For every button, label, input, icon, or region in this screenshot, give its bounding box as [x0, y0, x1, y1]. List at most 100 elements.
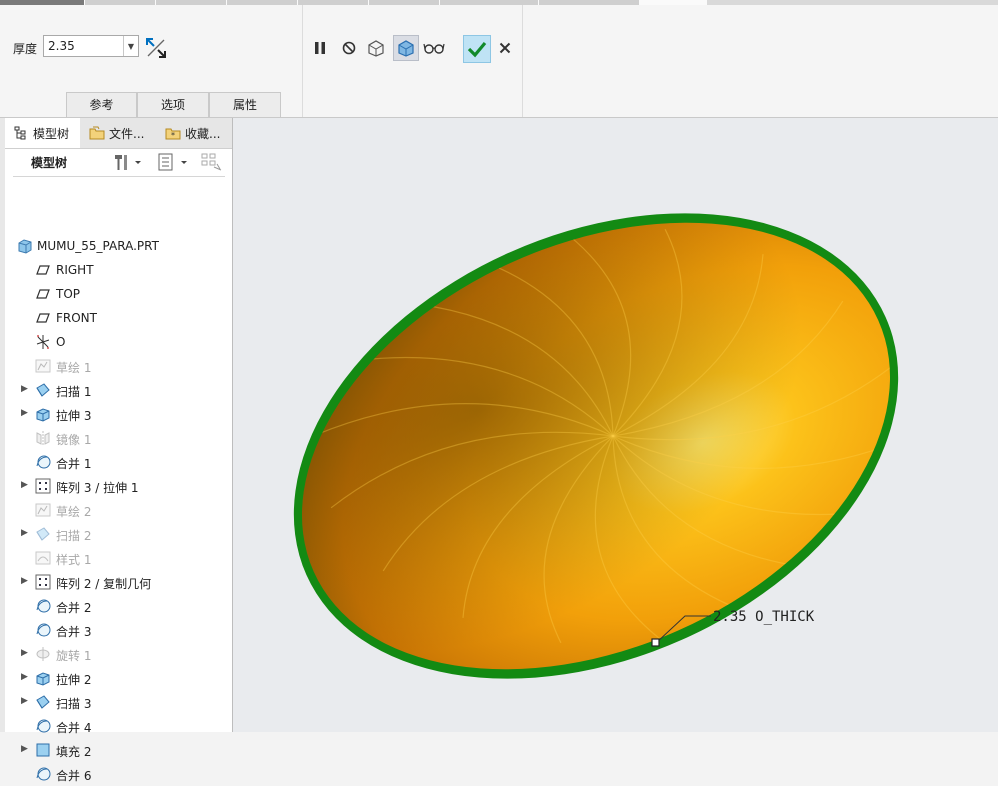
thickness-value[interactable]: 2.35 [48, 39, 75, 53]
tab-files-label: 文件... [109, 126, 145, 141]
shell-model[interactable]: 2.35 O_THICK [233, 118, 998, 732]
expand-arrow-icon[interactable]: ▶ [21, 576, 28, 586]
tree-item[interactable]: TOP [5, 282, 232, 306]
tree-toolbar: 模型树 [5, 148, 232, 176]
filter-tree-icon[interactable] [201, 152, 223, 172]
tree-item-label: RIGHT [56, 263, 94, 277]
tree-item[interactable]: ▶ 拉伸 3 [5, 402, 232, 426]
tab-favorites[interactable]: * 收藏... [157, 118, 232, 148]
tree-item[interactable]: ▶ 旋转 1 [5, 642, 232, 666]
revolve-icon [35, 646, 51, 662]
merge-icon [35, 766, 51, 782]
thickness-label: 厚度 [13, 42, 38, 56]
drag-handle[interactable] [651, 638, 660, 647]
glasses-icon[interactable] [423, 37, 445, 59]
tree-item[interactable]: 合并 6 [5, 762, 232, 786]
tree-item-label: 扫描 1 [56, 385, 92, 399]
tab-model-tree[interactable]: 模型树 [5, 118, 80, 148]
tree-item-label: 拉伸 3 [56, 409, 92, 423]
tab-files[interactable]: 文件... [81, 118, 156, 148]
pattern-icon [35, 574, 51, 590]
pause-icon[interactable] [309, 37, 331, 59]
merge-icon [35, 598, 51, 614]
no-preview-icon[interactable] [338, 37, 360, 59]
expand-arrow-icon[interactable]: ▶ [21, 744, 28, 754]
tree-root-label: MUMU_55_PARA.PRT [37, 239, 159, 253]
divider [13, 176, 225, 177]
verify-mode-icon[interactable] [393, 35, 419, 61]
preview-icon[interactable] [365, 37, 387, 59]
flip-direction-icon[interactable] [145, 37, 167, 59]
style-icon [35, 550, 51, 566]
tree-item-label: 合并 3 [56, 625, 92, 639]
tree-item[interactable]: ▶ 填充 2 [5, 738, 232, 762]
merge-icon [35, 454, 51, 470]
tree-item-label: 草绘 1 [56, 361, 92, 375]
tree-item-label: 阵列 3 / 拉伸 1 [56, 481, 139, 495]
expand-arrow-icon[interactable]: ▶ [21, 480, 28, 490]
tree-item[interactable]: ▶ 扫描 2 [5, 522, 232, 546]
tree-item[interactable]: 草绘 2 [5, 498, 232, 522]
settings-list-icon[interactable] [157, 152, 191, 172]
sweep-icon [35, 526, 51, 542]
tree-item[interactable]: 合并 2 [5, 594, 232, 618]
ok-checkmark-button[interactable] [463, 35, 491, 63]
expand-arrow-icon[interactable]: ▶ [21, 672, 28, 682]
fill-icon [35, 742, 51, 758]
part-icon [17, 238, 33, 254]
pattern-icon [35, 478, 51, 494]
tree-item[interactable]: O [5, 330, 232, 354]
expand-arrow-icon[interactable]: ▶ [21, 384, 28, 394]
expand-arrow-icon[interactable]: ▶ [21, 528, 28, 538]
tools-icon[interactable] [113, 152, 143, 172]
tree-item-label: O [56, 335, 66, 349]
tab-favorites-label: 收藏... [185, 126, 221, 141]
favorites-folder-icon: * [165, 125, 181, 141]
expand-arrow-icon[interactable]: ▶ [21, 648, 28, 658]
divider [522, 5, 523, 117]
extrude-icon [35, 670, 51, 686]
tree-item[interactable]: ▶ 扫描 3 [5, 690, 232, 714]
graphics-viewport[interactable]: 2.35 O_THICK [233, 118, 998, 732]
model-tree-panel: 模型树 文件... * 收藏... 模型树 MUMU_55_PARA.PRT R… [5, 118, 233, 783]
tree-item-label: 合并 2 [56, 601, 92, 615]
tree-item[interactable]: ▶ 拉伸 2 [5, 666, 232, 690]
close-icon[interactable] [494, 37, 516, 59]
thickness-input[interactable]: 2.35 ▼ [43, 35, 139, 57]
tree-item[interactable]: 合并 4 [5, 714, 232, 738]
tree-item-label: 扫描 3 [56, 697, 92, 711]
tree-item[interactable]: ▶ 阵列 3 / 拉伸 1 [5, 474, 232, 498]
tab-properties[interactable]: 属性 [209, 92, 281, 117]
sketch-icon [35, 358, 51, 374]
navigator-tabs: 模型树 文件... * 收藏... [5, 118, 232, 149]
tree-root[interactable]: MUMU_55_PARA.PRT [5, 234, 232, 258]
tree-item[interactable]: 镜像 1 [5, 426, 232, 450]
tree-item[interactable]: FRONT [5, 306, 232, 330]
tree-item-label: 合并 6 [56, 769, 92, 783]
tree-item-label: 合并 4 [56, 721, 92, 735]
tree-item-label: 镜像 1 [56, 433, 92, 447]
tree-item-label: 样式 1 [56, 553, 92, 567]
tree-item[interactable]: 合并 3 [5, 618, 232, 642]
tree-item[interactable]: 草绘 1 [5, 354, 232, 378]
dimension-label[interactable]: 2.35 O_THICK [713, 609, 815, 625]
sweep-icon [35, 382, 51, 398]
tree-item[interactable]: 样式 1 [5, 546, 232, 570]
coordinate-system-icon [35, 334, 51, 350]
tree-item[interactable]: 合并 1 [5, 450, 232, 474]
tree-item-label: 草绘 2 [56, 505, 92, 519]
tree-item[interactable]: RIGHT [5, 258, 232, 282]
chevron-down-icon[interactable]: ▼ [123, 36, 138, 56]
tree-item-label: 合并 1 [56, 457, 92, 471]
expand-arrow-icon[interactable]: ▶ [21, 408, 28, 418]
tree-item-label: 填充 2 [56, 745, 92, 759]
shell-body[interactable] [233, 123, 972, 732]
tab-references[interactable]: 参考 [66, 92, 137, 117]
divider [302, 5, 303, 117]
expand-arrow-icon[interactable]: ▶ [21, 696, 28, 706]
tree-title: 模型树 [31, 156, 68, 170]
mirror-icon [35, 430, 51, 446]
tree-item[interactable]: ▶ 扫描 1 [5, 378, 232, 402]
tree-item[interactable]: ▶ 阵列 2 / 复制几何 [5, 570, 232, 594]
tab-options[interactable]: 选项 [137, 92, 209, 117]
